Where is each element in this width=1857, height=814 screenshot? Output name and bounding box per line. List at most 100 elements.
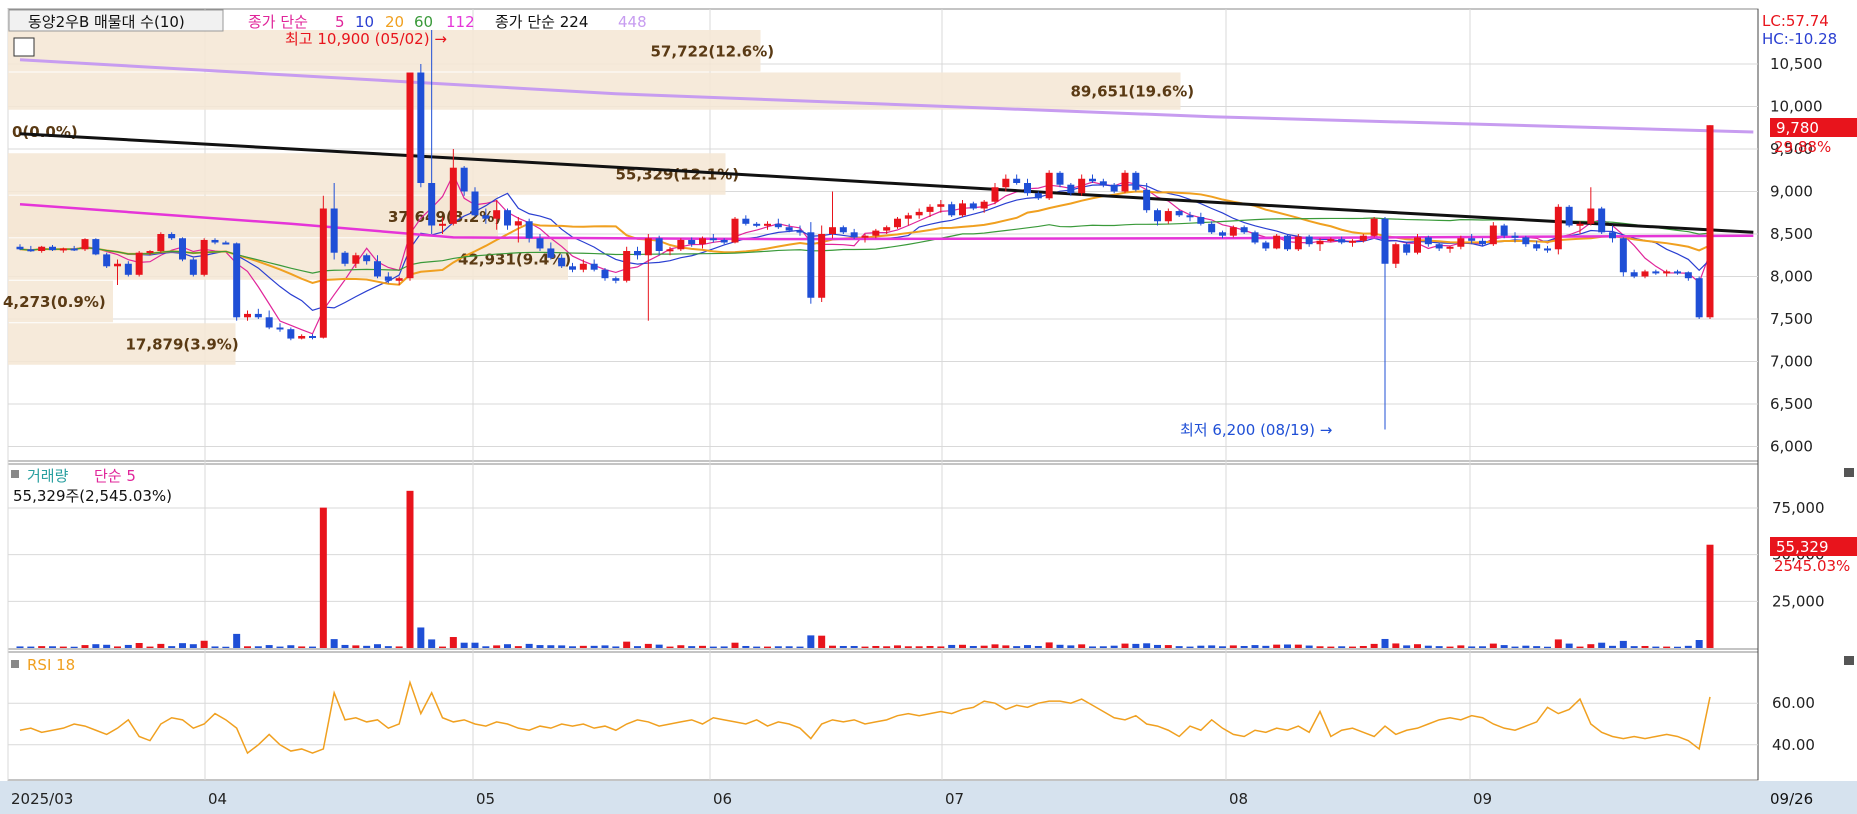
candle-body — [1024, 183, 1031, 194]
volume-bar — [1024, 645, 1031, 648]
volume-bar — [157, 643, 165, 648]
price-tick-label: 10,000 — [1770, 98, 1823, 116]
candle-body — [1424, 237, 1432, 245]
price-tick-label: 10,500 — [1770, 55, 1823, 73]
month-tick-label: 05 — [476, 790, 495, 808]
volume-bar — [1359, 645, 1367, 648]
volume-bar — [959, 644, 966, 648]
volume-bar — [1089, 646, 1096, 648]
price-tick-label: 7,000 — [1770, 353, 1813, 371]
candle-body — [200, 239, 208, 275]
candle-body — [1414, 237, 1421, 253]
volume-bar — [1197, 645, 1205, 648]
candle-body — [1695, 278, 1703, 318]
candle-body — [1598, 208, 1606, 233]
candle-body — [146, 251, 154, 253]
volume-toggle-icon[interactable] — [11, 470, 19, 478]
candle-body — [1663, 271, 1671, 274]
volume-bar — [514, 646, 522, 648]
ma-period-112: 112 — [446, 13, 475, 31]
rsi-toggle-icon[interactable] — [11, 660, 19, 668]
candle-body — [1013, 178, 1021, 183]
volume-bar — [1045, 642, 1053, 648]
volume-bar — [861, 646, 869, 648]
candle-body — [309, 336, 316, 338]
month-tick-label: 06 — [713, 790, 732, 808]
candle-body — [1251, 232, 1259, 243]
volume-bar — [49, 646, 56, 648]
candle-body — [1056, 172, 1064, 185]
volume-bar — [1630, 646, 1638, 648]
candle-body — [254, 313, 262, 318]
candle-body — [655, 238, 663, 251]
candle-body — [395, 278, 403, 281]
candle-body — [872, 230, 880, 236]
volume-bar — [1219, 646, 1226, 648]
volume-bar — [417, 627, 425, 648]
candle-body — [829, 227, 836, 234]
volume-bar — [980, 645, 988, 648]
profile-label: 57,722(12.6%) — [651, 42, 775, 60]
volume-bar — [1489, 643, 1497, 648]
candle-body — [590, 263, 598, 270]
candle-body — [894, 218, 901, 228]
volume-bar — [991, 644, 999, 648]
candle-body — [1338, 239, 1346, 243]
chart-title: 동양2우B 매물대 수(10) — [28, 13, 185, 31]
candle-body — [1554, 206, 1562, 250]
candle-body — [1435, 244, 1443, 249]
vol-badge-text: 55,329 — [1776, 538, 1829, 556]
volume-bar — [330, 639, 338, 648]
candle-body — [211, 239, 219, 243]
volume-close-icon[interactable] — [1844, 468, 1854, 477]
volume-bar — [1121, 643, 1129, 648]
volume-bar — [114, 646, 121, 648]
candle-body — [699, 238, 706, 245]
volume-bar — [1663, 646, 1671, 648]
candle-body — [1565, 206, 1573, 226]
volume-bar — [1544, 646, 1551, 648]
candle-body — [1533, 244, 1541, 249]
volume-bar — [590, 645, 598, 648]
volume-bar — [753, 646, 761, 648]
stock-chart: 57,722(12.6%)89,651(19.6%)0(0.0%)55,329(… — [0, 8, 1857, 814]
volume-bar — [287, 645, 295, 648]
candle-body — [341, 252, 349, 264]
volume-bar — [904, 646, 912, 648]
candle-body — [1349, 240, 1356, 243]
volume-panel — [7, 463, 1759, 650]
candle-body — [720, 239, 728, 243]
candle-body — [16, 246, 24, 250]
candle-body — [774, 223, 782, 228]
volume-bar — [796, 646, 804, 648]
candle-body — [124, 263, 132, 275]
date-axis — [0, 781, 1857, 814]
candle-body — [27, 249, 35, 252]
ma-period-448: 448 — [618, 13, 647, 31]
candle-body — [1576, 223, 1584, 226]
volume-bar — [406, 490, 414, 648]
volume-bar — [1457, 645, 1465, 648]
candle-body — [493, 210, 501, 219]
volume-bar — [1435, 646, 1443, 648]
candle-body — [1511, 235, 1519, 238]
volume-tick-label: 75,000 — [1772, 499, 1825, 517]
rsi-close-icon[interactable] — [1844, 656, 1854, 665]
volume-bar — [969, 645, 977, 648]
volume-bar — [1424, 645, 1432, 648]
grid-toggle-icon[interactable] — [13, 37, 35, 57]
rsi-panel — [7, 651, 1759, 781]
volume-bar — [926, 645, 934, 648]
candle-body — [742, 218, 750, 224]
candle-body — [666, 249, 674, 252]
volume-bar — [1695, 640, 1703, 648]
volume-bar — [1370, 643, 1378, 648]
profile-label: 17,879(3.9%) — [126, 336, 239, 354]
candle-body — [807, 232, 815, 298]
candle-body — [1099, 181, 1107, 185]
volume-bar — [644, 643, 652, 648]
rsi-tick-label: 40.00 — [1772, 736, 1815, 754]
candle-body — [330, 208, 338, 253]
candle-body — [179, 238, 186, 260]
candle-body — [1089, 178, 1096, 182]
